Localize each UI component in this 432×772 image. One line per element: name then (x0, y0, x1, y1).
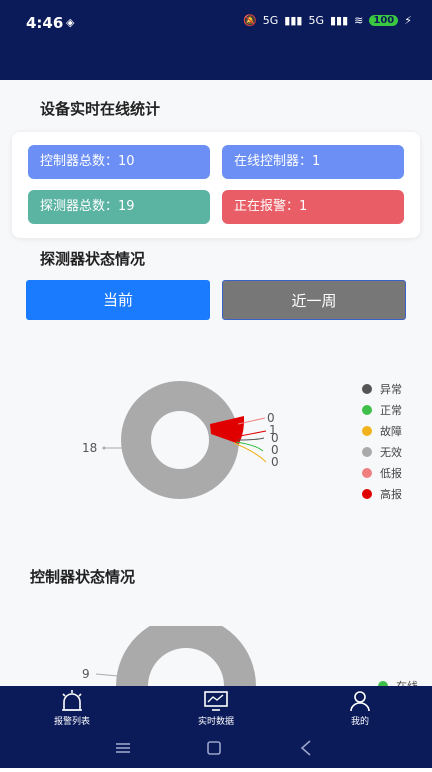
controller-donut-arc[interactable] (116, 626, 256, 686)
stat-detector-total: 探测器总数：19 (28, 190, 210, 224)
battery-indicator: 100 (369, 15, 399, 26)
legend-dot (362, 404, 372, 415)
label-line-normal (235, 441, 264, 452)
nav-alarm-label: 报警列表 (53, 717, 90, 727)
legend-item-low[interactable]: 低报 (362, 462, 402, 483)
controller-status-title: 控制器状态情况 (30, 568, 136, 586)
controller-label-left: 9 (82, 667, 90, 681)
nav-realtime-data[interactable]: 实时数据 (176, 686, 256, 732)
network-1-label: 5G (262, 14, 279, 27)
legend-dot (362, 446, 372, 457)
legend-label: 无效 (380, 445, 402, 459)
charging-icon: ⚡ (404, 14, 412, 27)
status-icons: 🔕 5G ▮▮▮ 5G ▮▮▮ ≋ 100 ⚡ (243, 14, 412, 27)
label-dot-invalid (102, 446, 106, 450)
system-navigation-bar (0, 732, 432, 768)
detector-donut-chart: 18 0 1 0 0 0 (82, 381, 279, 499)
legend-dot (362, 467, 372, 478)
menu-icon[interactable] (116, 743, 130, 753)
monitor-icon (204, 691, 228, 711)
home-icon[interactable] (207, 741, 221, 755)
label-line-high (239, 430, 267, 437)
tab-week[interactable]: 近一周 (222, 280, 406, 320)
legend-label: 异常 (380, 382, 402, 396)
status-bar: 4:46 ◈ 🔕 5G ▮▮▮ 5G ▮▮▮ ≋ 100 ⚡ (0, 0, 432, 44)
network-2-label: 5G (308, 14, 324, 27)
legend-dot (362, 383, 372, 394)
stat-alarm-active: 正在报警：1 (222, 190, 404, 224)
tab-current[interactable]: 当前 (26, 280, 210, 320)
main-content[interactable]: 设备实时在线统计 控制器总数：10 在线控制器：1 探测器总数：19 正在报警：… (0, 80, 432, 686)
controller-donut-chart: 9 (82, 626, 256, 686)
legend-item-invalid[interactable]: 无效 (362, 441, 402, 462)
nav-mine-label: 我的 (350, 717, 369, 727)
app-header (0, 44, 432, 80)
mute-icon: 🔕 (243, 14, 257, 27)
legend-label: 在线 (396, 678, 418, 686)
controller-legend-partial: 在线 (378, 678, 418, 686)
nav-mine[interactable]: 我的 (320, 686, 400, 732)
legend-label: 低报 (380, 466, 402, 480)
stats-card: 控制器总数：10 在线控制器：1 探测器总数：19 正在报警：1 (12, 132, 420, 238)
alarm-light-icon (62, 690, 82, 711)
legend-item-fault[interactable]: 故障 (362, 420, 402, 441)
sim-icon: ◈ (66, 16, 75, 29)
label-fault: 0 (271, 455, 279, 469)
back-icon[interactable] (300, 740, 311, 756)
legend-dot (362, 425, 372, 436)
detector-legend: 异常 正常 故障 无效 低报 高报 (362, 378, 402, 504)
legend-item-high[interactable]: 高报 (362, 483, 402, 504)
stat-controller-online: 在线控制器：1 (222, 145, 404, 179)
person-icon (350, 691, 370, 712)
legend-dot (362, 488, 372, 499)
nav-alarm-list[interactable]: 报警列表 (32, 686, 112, 732)
bottom-navigation: 报警列表 实时数据 我的 (0, 686, 432, 732)
clock: 4:46 (26, 14, 64, 32)
wifi-icon: ≋ (354, 14, 364, 27)
period-tabs: 当前 近一周 (26, 280, 406, 322)
label-line-fault (233, 442, 267, 463)
system-nav-icons (116, 740, 311, 756)
detector-status-title: 探测器状态情况 (40, 250, 146, 268)
label-invalid: 18 (82, 441, 97, 455)
legend-item-abnormal[interactable]: 异常 (362, 378, 402, 399)
donut-slice-invalid[interactable] (121, 381, 239, 499)
legend-item-normal[interactable]: 正常 (362, 399, 402, 420)
label-line-abnormal (237, 437, 265, 441)
signal-icon: ▮▮▮ (284, 14, 303, 27)
stat-controller-total: 控制器总数：10 (28, 145, 210, 179)
nav-realtime-label: 实时数据 (197, 717, 234, 727)
legend-label: 故障 (380, 424, 402, 438)
legend-label: 正常 (380, 403, 402, 417)
legend-label: 高报 (380, 487, 402, 501)
controller-label-line (95, 673, 119, 677)
signal-icon-2: ▮▮▮ (330, 14, 349, 27)
online-stats-title: 设备实时在线统计 (40, 100, 161, 118)
